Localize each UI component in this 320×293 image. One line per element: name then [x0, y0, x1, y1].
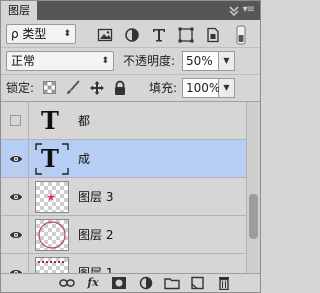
adjustment-icon[interactable]: [138, 276, 154, 290]
layer-name[interactable]: 图层 2: [78, 216, 113, 254]
layer-name[interactable]: 图层 3: [78, 178, 113, 216]
lock-transparent-pixels-icon[interactable]: [43, 81, 56, 94]
new-layer-icon[interactable]: [190, 276, 206, 290]
pixel-filter-icon[interactable]: [97, 27, 113, 43]
lock-position-move-icon[interactable]: [89, 80, 105, 96]
panel-tab-bar: 图层 ▾≡: [1, 1, 260, 20]
layers-list: T 都 T 成 图层 3 图层 2 图层 1: [1, 102, 246, 273]
visibility-toggle[interactable]: [1, 178, 29, 216]
visibility-toggle[interactable]: [1, 102, 29, 140]
chevron-updown-icon: ⬍: [63, 29, 71, 39]
fill-label: 填充:: [149, 81, 178, 95]
collapse-icon[interactable]: [228, 4, 240, 16]
circle-thumbnail-icon: [38, 221, 66, 249]
blend-row: 正常 ⬍ 不透明度: 50% ▼: [1, 48, 260, 75]
trash-icon[interactable]: [216, 276, 232, 290]
chevron-updown-icon: ⬍: [101, 56, 109, 66]
fill-value: 100%: [186, 81, 221, 95]
layer-row[interactable]: 图层 2: [1, 216, 246, 254]
eye-icon: [10, 194, 22, 200]
filter-row: ρ 类型 ⬍: [1, 20, 260, 48]
blend-mode-select[interactable]: 正常 ⬍: [6, 51, 114, 71]
blend-mode-value: 正常: [11, 54, 36, 68]
layer-name[interactable]: 成: [78, 140, 90, 178]
mask-icon[interactable]: [111, 276, 127, 290]
layer-name[interactable]: 都: [78, 102, 90, 140]
scrollbar-thumb[interactable]: [249, 194, 258, 239]
layer-row[interactable]: T 成: [1, 140, 246, 178]
text-layer-icon: T: [41, 144, 59, 173]
layer-row[interactable]: 图层 3: [1, 178, 246, 216]
eye-icon: [10, 156, 22, 162]
visibility-toggle[interactable]: [1, 254, 29, 273]
group-folder-icon[interactable]: [164, 276, 180, 290]
lock-row: 锁定: 填充: 100% ▼: [1, 75, 260, 102]
layer-thumbnail: [35, 257, 69, 273]
shape-filter-icon[interactable]: [178, 27, 194, 43]
layer-thumbnail: [35, 219, 69, 251]
visibility-off-box: [10, 115, 21, 126]
link-icon[interactable]: [59, 276, 75, 290]
layer-name[interactable]: 图层 1: [78, 254, 113, 273]
pattern-thumbnail-icon: [38, 261, 66, 263]
filter-toggle-icon[interactable]: [236, 25, 246, 45]
visibility-toggle[interactable]: [1, 216, 29, 254]
fill-dropdown-button[interactable]: ▼: [219, 78, 235, 98]
fx-icon[interactable]: fx: [85, 276, 101, 290]
opacity-label: 不透明度:: [123, 54, 176, 68]
text-layer-icon: T: [41, 106, 59, 135]
layer-row[interactable]: T 都: [1, 102, 246, 140]
adjustment-filter-icon[interactable]: [124, 27, 140, 43]
lock-label: 锁定:: [6, 81, 35, 95]
filter-kind-label: ρ 类型: [11, 27, 47, 41]
lock-all-icon[interactable]: [112, 80, 128, 96]
lock-image-pixels-brush-icon[interactable]: [65, 80, 81, 96]
opacity-value: 50%: [186, 54, 213, 68]
smart-object-filter-icon[interactable]: [205, 27, 221, 43]
opacity-dropdown-button[interactable]: ▼: [219, 51, 235, 71]
eye-icon: [10, 232, 22, 238]
layers-panel: 图层 ▾≡ ρ 类型 ⬍ 正常 ⬍ 不透明度: 50% ▼ 锁定: 填充: 10…: [0, 0, 261, 293]
layers-bottom-toolbar: fx: [1, 273, 260, 292]
filter-kind-select[interactable]: ρ 类型 ⬍: [6, 24, 76, 44]
visibility-toggle[interactable]: [1, 140, 29, 178]
tab-layers[interactable]: 图层: [1, 1, 37, 20]
layer-row[interactable]: 图层 1: [1, 254, 246, 273]
opacity-input[interactable]: 50%: [182, 51, 219, 71]
type-filter-icon[interactable]: [151, 27, 167, 43]
layers-scrollbar[interactable]: [246, 102, 260, 273]
star-thumbnail-icon: [47, 193, 55, 201]
fill-input[interactable]: 100%: [182, 78, 221, 98]
layer-thumbnail: [35, 181, 69, 213]
panel-menu-icon[interactable]: ▾≡: [243, 3, 255, 17]
